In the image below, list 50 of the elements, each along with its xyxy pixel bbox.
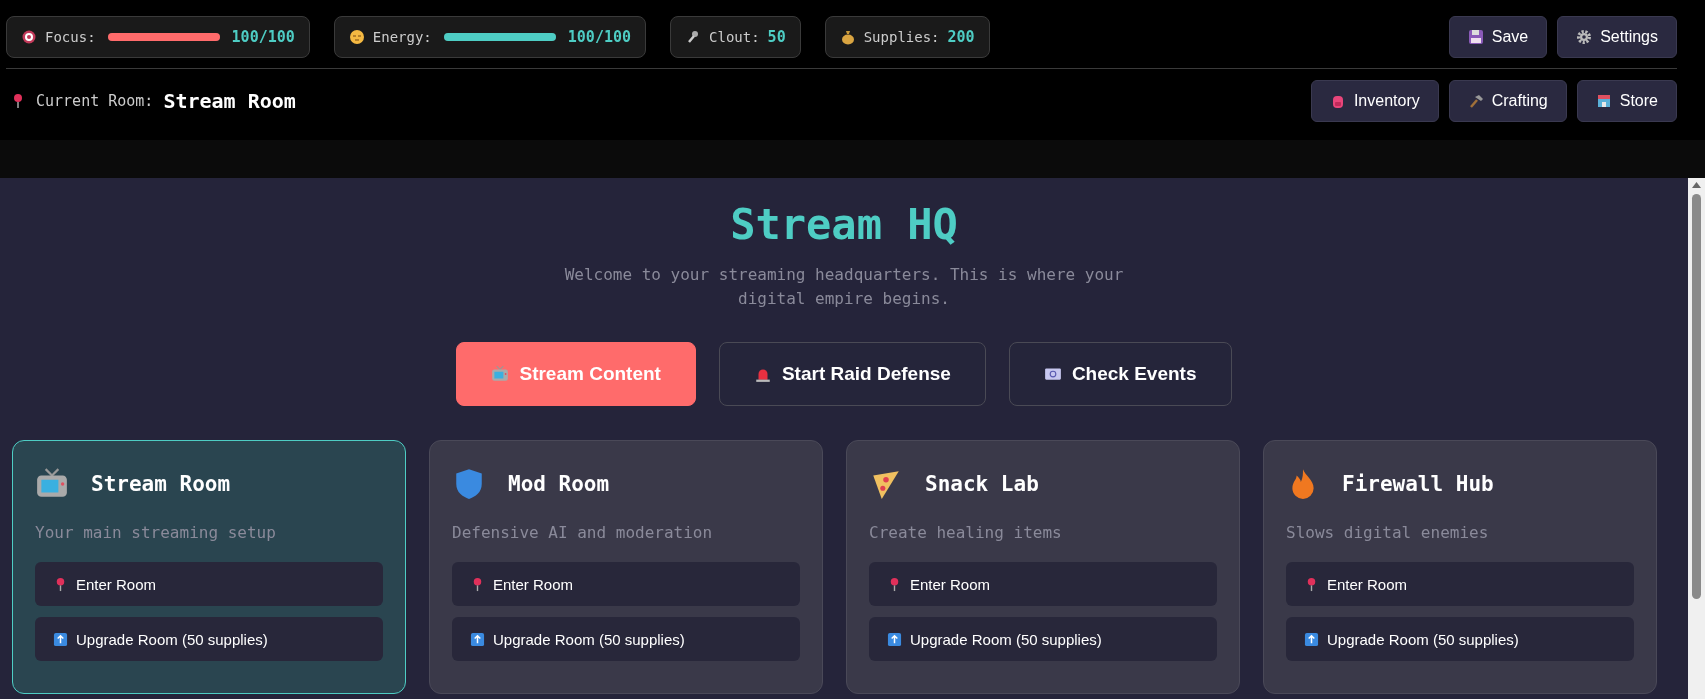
stat-label: Energy: [372,29,432,45]
calendar-icon [1043,365,1062,383]
page-subtitle: Welcome to your streaming headquarters. This is where your digital empire begins. [563,264,1125,310]
nav-button[interactable]: Crafting [1448,80,1567,122]
save-button[interactable]: Save [1448,16,1548,58]
up-arrow-icon [53,631,68,647]
scrollbar-thumb[interactable] [1692,194,1701,599]
up-arrow-icon [1304,631,1319,647]
enter-room-button[interactable]: Enter Room [452,562,800,606]
current-room-label: Current Room: [36,92,154,110]
stat-value: 50 [767,28,786,46]
enter-room-button[interactable]: Enter Room [35,562,383,606]
nav-button[interactable]: Store [1576,80,1677,122]
nav-button[interactable]: Inventory [1310,80,1439,122]
stat-value: 200 [947,28,975,46]
room-description: Your main streaming setup [35,523,277,542]
stat-value: 100/100 [231,28,295,46]
room-description: Slows digital enemies [1286,523,1490,542]
stat-label: Supplies: [863,29,940,45]
tv-icon [491,365,510,383]
enter-room-button[interactable]: Enter Room [869,562,1217,606]
upgrade-room-button[interactable]: Upgrade Room (50 supplies) [35,617,383,661]
stat-label: Clout: [709,29,760,45]
gear-icon [1576,29,1593,45]
shop-icon [1595,93,1612,109]
room-name: Mod Room [508,472,610,496]
page-title: Stream HQ [730,200,958,249]
hammer-icon [1467,93,1484,109]
up-arrow-icon [887,631,902,647]
action-button[interactable]: Check Events [1008,342,1232,406]
room-description: Create healing items [869,523,1063,542]
target-icon [21,29,37,45]
settings-button[interactable]: Settings [1557,16,1677,58]
enter-room-button[interactable]: Enter Room [1286,562,1634,606]
money-bag-icon [839,29,856,45]
up-arrow-icon [470,631,485,647]
room-name: Firewall Hub [1342,472,1494,496]
room-name: Snack Lab [925,472,1039,496]
stat-label: Focus: [45,29,96,45]
stat-value: 100/100 [567,28,632,46]
scroll-up-icon[interactable] [1692,182,1701,188]
face-icon [348,29,365,45]
scrollbar[interactable] [1688,178,1705,699]
upgrade-room-button[interactable]: Upgrade Room (50 supplies) [452,617,800,661]
upgrade-room-button[interactable]: Upgrade Room (50 supplies) [1286,617,1634,661]
room-description: Defensive AI and moderation [452,523,714,542]
action-button[interactable]: Start Raid Defense [718,342,986,406]
room-name: Stream Room [91,472,231,496]
upgrade-room-button[interactable]: Upgrade Room (50 supplies) [869,617,1217,661]
current-room-name: Stream Room [163,89,296,113]
